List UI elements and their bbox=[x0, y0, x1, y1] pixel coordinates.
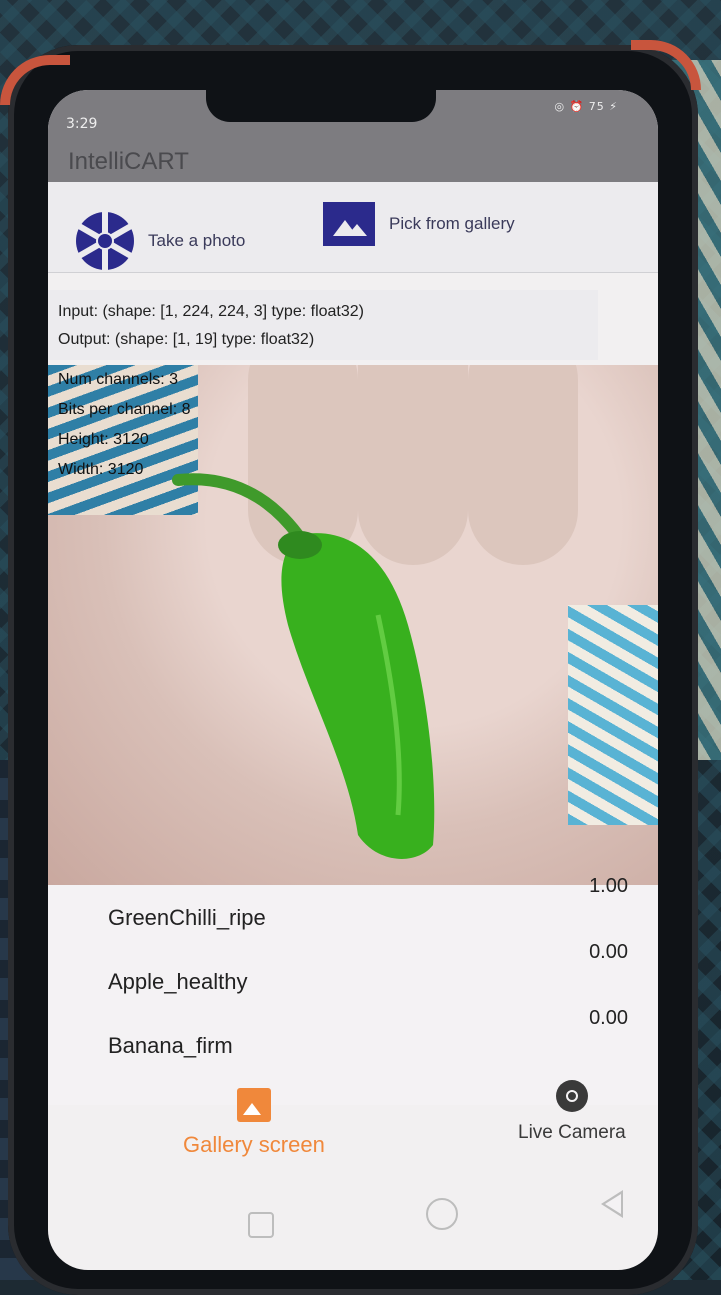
recent-apps-button[interactable] bbox=[248, 1212, 274, 1238]
result-value: 0.00 bbox=[589, 1007, 628, 1029]
image-icon bbox=[323, 202, 375, 246]
bits-per-channel-text: Bits per channel: 8 bbox=[58, 401, 191, 418]
result-label: Banana_firm bbox=[108, 1033, 233, 1058]
result-row: 0.00 Banana_firm bbox=[48, 1007, 658, 1069]
camera-shutter-icon bbox=[555, 1080, 588, 1112]
bottom-navigation: Gallery screen Live Camera bbox=[48, 1080, 658, 1190]
app-title: IntelliCART bbox=[68, 148, 189, 175]
result-label: GreenChilli_ripe bbox=[108, 905, 266, 930]
model-input-text: Input: (shape: [1, 224, 224, 3] type: fl… bbox=[58, 303, 364, 320]
take-photo-button[interactable]: Take a photo bbox=[76, 211, 246, 271]
status-time: 3:29 bbox=[66, 116, 98, 132]
result-row: 0.00 Apple_healthy bbox=[48, 941, 658, 1007]
result-label: Apple_healthy bbox=[108, 969, 248, 994]
nav-gallery-screen[interactable]: Gallery screen bbox=[183, 1088, 325, 1158]
num-channels-text: Num channels: 3 bbox=[58, 371, 179, 388]
gallery-icon bbox=[236, 1088, 271, 1122]
action-row: Take a photo Pick from gallery bbox=[48, 182, 658, 273]
model-output-text: Output: (shape: [1, 19] type: float32) bbox=[58, 331, 315, 348]
back-button[interactable] bbox=[601, 1190, 623, 1218]
camera-notch bbox=[206, 90, 436, 122]
take-photo-label: Take a photo bbox=[148, 231, 246, 250]
nav-live-label: Live Camera bbox=[518, 1122, 626, 1143]
result-row: 1.00 GreenChilli_ripe bbox=[48, 875, 658, 945]
app-bar: IntelliCART bbox=[48, 136, 658, 182]
phone-screen: 3:29 ◎ ⏰ 75 ⚡ IntelliCART Take a photo P… bbox=[48, 90, 658, 1270]
status-icons: ◎ ⏰ 75 ⚡ bbox=[554, 100, 618, 113]
model-info: Input: (shape: [1, 224, 224, 3] type: fl… bbox=[48, 290, 598, 360]
result-value: 0.00 bbox=[589, 941, 628, 963]
camera-shutter-icon bbox=[76, 211, 134, 271]
home-button[interactable] bbox=[426, 1198, 458, 1230]
system-navigation bbox=[48, 1190, 658, 1270]
selected-photo: Num channels: 3 Bits per channel: 8 Heig… bbox=[48, 365, 658, 885]
pick-from-gallery-button[interactable]: Pick from gallery bbox=[323, 202, 515, 246]
pick-gallery-label: Pick from gallery bbox=[389, 214, 515, 233]
nav-gallery-label: Gallery screen bbox=[183, 1132, 325, 1157]
nav-live-camera[interactable]: Live Camera bbox=[518, 1080, 626, 1144]
width-text: Width: 3120 bbox=[58, 461, 144, 478]
height-text: Height: 3120 bbox=[58, 431, 149, 448]
results-list: 1.00 GreenChilli_ripe 0.00 Apple_healthy… bbox=[48, 875, 658, 1105]
result-value: 1.00 bbox=[589, 875, 628, 897]
image-metadata: Num channels: 3 Bits per channel: 8 Heig… bbox=[58, 365, 191, 485]
